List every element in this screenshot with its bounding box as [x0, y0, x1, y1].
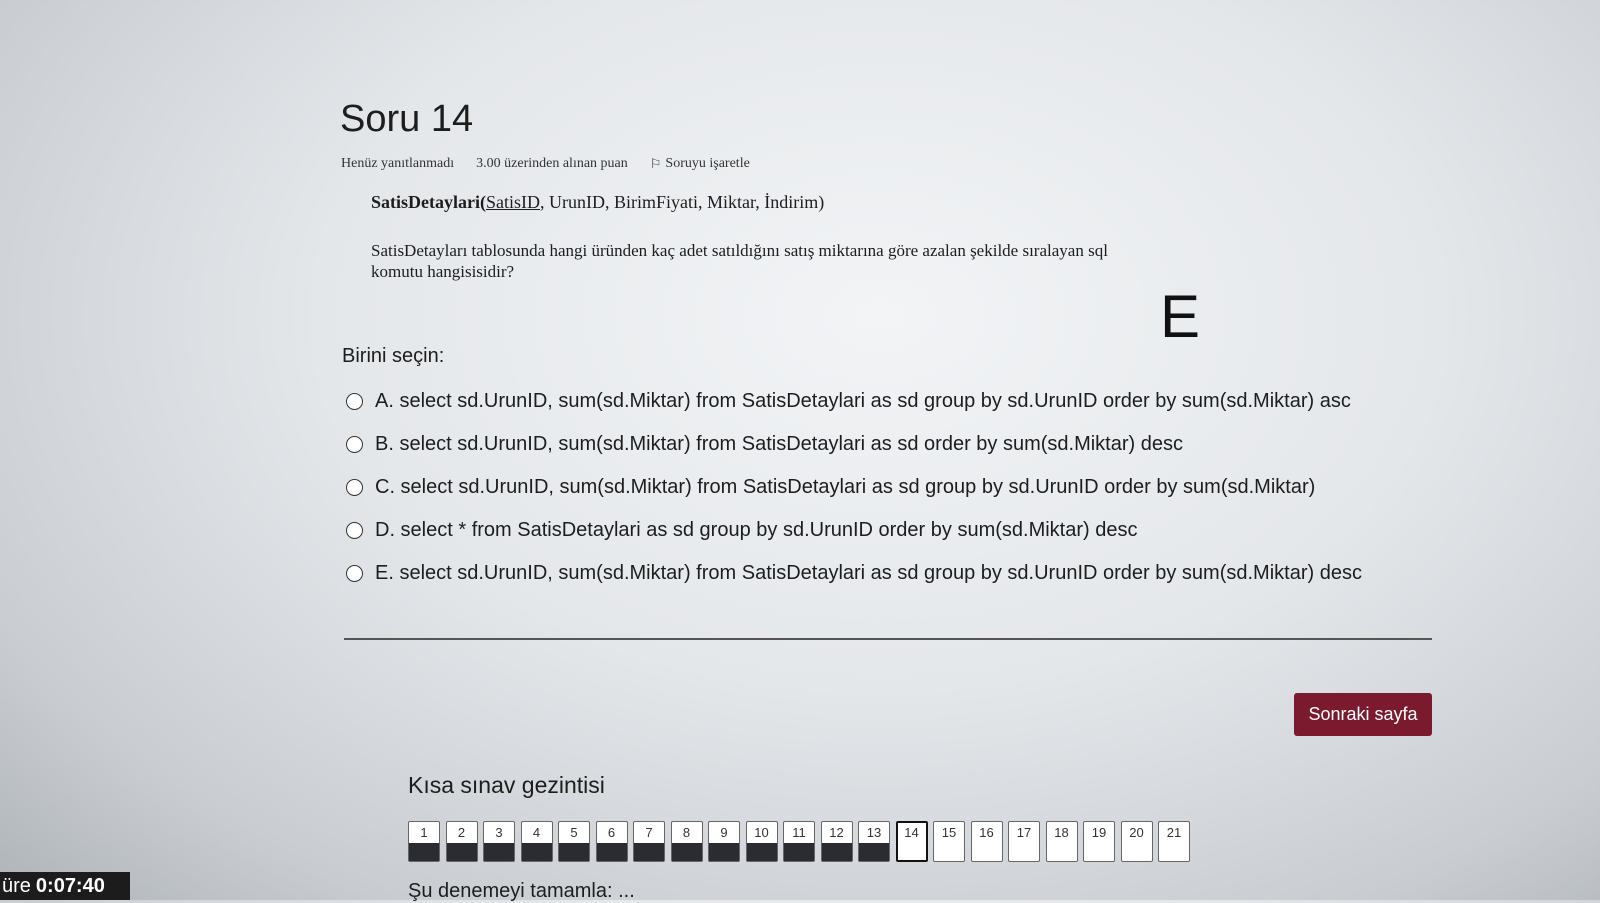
question-text: SatisDetayları tablosunda hangi üründen … — [371, 241, 1108, 281]
handwritten-annotation: E — [1160, 283, 1201, 350]
option-label: E. select sd.UrunID, sum(sd.Miktar) from… — [375, 562, 1362, 584]
question-points: 3.00 üzerinden alınan puan — [476, 156, 628, 171]
option-label: D. select * from SatisDetaylari as sd gr… — [375, 519, 1138, 541]
nav-question-button[interactable]: 1 — [408, 821, 440, 862]
nav-question-button[interactable]: 3 — [483, 821, 515, 862]
nav-question-button[interactable]: 18 — [1045, 821, 1078, 862]
option-label: C. select sd.UrunID, sum(sd.Miktar) from… — [375, 476, 1316, 498]
nav-question-button[interactable]: 13 — [858, 821, 890, 862]
option-e[interactable]: E. select sd.UrunID, sum(sd.Miktar) from… — [346, 552, 1362, 595]
nav-question-button[interactable]: 6 — [595, 821, 628, 862]
radio-button[interactable] — [346, 393, 363, 410]
option-d[interactable]: D. select * from SatisDetaylari as sd gr… — [346, 509, 1362, 552]
nav-question-button[interactable]: 17 — [1008, 821, 1040, 862]
flag-question-link[interactable]: ⚐ Soruyu işaretle — [650, 156, 750, 172]
nav-question-button[interactable]: 20 — [1120, 821, 1153, 862]
flag-icon: ⚐ — [649, 156, 662, 171]
option-a[interactable]: A. select sd.UrunID, sum(sd.Miktar) from… — [346, 380, 1362, 423]
schema-columns: , UrunID, BirimFiyati, Miktar, İndirim) — [539, 192, 825, 212]
option-label: B. select sd.UrunID, sum(sd.Miktar) from… — [375, 433, 1183, 455]
divider — [344, 638, 1432, 640]
next-page-button[interactable]: Sonraki sayfa — [1294, 693, 1432, 736]
nav-question-button[interactable]: 10 — [745, 821, 778, 862]
radio-button[interactable] — [346, 436, 363, 453]
nav-question-button[interactable]: 16 — [970, 821, 1003, 862]
timer: üre 0:07:40 — [0, 872, 130, 900]
quiz-navigation: 1 2 3 4 5 6 7 8 9 10 11 12 13 14 15 16 1… — [408, 821, 1190, 862]
question-info: Henüz yanıtlanmadı 3.00 üzerinden alınan… — [341, 156, 750, 172]
nav-question-button[interactable]: 11 — [783, 821, 815, 862]
radio-button[interactable] — [346, 522, 363, 539]
radio-button[interactable] — [346, 565, 363, 582]
nav-question-button[interactable]: 8 — [670, 821, 703, 862]
nav-question-button[interactable]: 5 — [558, 821, 590, 862]
nav-question-button[interactable]: 12 — [820, 821, 853, 862]
timer-value: 0:07:40 — [35, 874, 105, 897]
nav-question-button[interactable]: 15 — [933, 821, 965, 862]
answer-options: A. select sd.UrunID, sum(sd.Miktar) from… — [346, 380, 1362, 595]
question-status: Henüz yanıtlanmadı — [341, 156, 455, 171]
nav-question-button[interactable]: 2 — [445, 821, 478, 862]
timer-label: üre — [2, 874, 31, 897]
quiz-navigation-title: Kısa sınav gezintisi — [408, 772, 605, 798]
schema-table-name: SatisDetaylari( — [371, 192, 486, 212]
nav-question-button[interactable]: 4 — [520, 821, 553, 862]
option-label: A. select sd.UrunID, sum(sd.Miktar) from… — [375, 390, 1351, 412]
flag-question-label: Soruyu işaretle — [665, 156, 750, 171]
option-b[interactable]: B. select sd.UrunID, sum(sd.Miktar) from… — [346, 423, 1362, 466]
question-title: Soru 14 — [340, 98, 474, 140]
option-c[interactable]: C. select sd.UrunID, sum(sd.Miktar) from… — [346, 466, 1362, 509]
radio-button[interactable] — [346, 479, 363, 496]
nav-question-button[interactable]: 19 — [1083, 821, 1115, 862]
nav-question-button[interactable]: 14 — [895, 821, 928, 862]
choice-prompt: Birini seçin: — [342, 345, 445, 367]
table-schema: SatisDetaylari(SatisID, UrunID, BirimFiy… — [371, 192, 824, 213]
nav-question-button[interactable]: 21 — [1158, 821, 1190, 862]
schema-primary-key: SatisID — [485, 192, 540, 212]
nav-question-button[interactable]: 7 — [633, 821, 665, 862]
nav-question-button[interactable]: 9 — [708, 821, 740, 862]
